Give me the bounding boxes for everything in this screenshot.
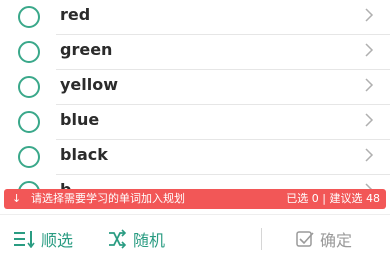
chevron-right-icon [365, 78, 374, 92]
chevron-right-icon [365, 43, 374, 57]
confirm-button[interactable]: 确定 [296, 227, 352, 251]
radio-unchecked[interactable] [18, 76, 40, 98]
order-select-label: 顺选 [41, 231, 74, 250]
radio-unchecked[interactable] [18, 111, 40, 133]
word-label: green [60, 40, 113, 59]
toolbar-divider [261, 228, 262, 250]
word-label: yellow [60, 75, 119, 94]
shuffle-icon [109, 229, 127, 249]
chevron-right-icon [365, 113, 374, 127]
arrow-down-icon: ↓ [12, 192, 22, 205]
list-item[interactable]: black [0, 140, 390, 175]
list-item[interactable]: red [0, 0, 390, 35]
word-label: red [60, 5, 91, 24]
random-button[interactable]: 随机 [107, 227, 165, 251]
checkbox-check-icon [296, 231, 314, 247]
list-item[interactable]: b [0, 175, 390, 190]
random-label: 随机 [133, 231, 166, 250]
radio-unchecked[interactable] [18, 41, 40, 63]
bottom-toolbar: 顺选 随机 确定 [0, 214, 390, 261]
chevron-right-icon [365, 8, 374, 22]
radio-unchecked[interactable] [18, 146, 40, 168]
word-list: red green yellow blue black b [0, 0, 390, 190]
list-item[interactable]: yellow [0, 70, 390, 105]
list-item[interactable]: green [0, 35, 390, 70]
sort-list-icon [14, 231, 35, 248]
order-select-button[interactable]: 顺选 [13, 227, 73, 251]
confirm-label: 确定 [320, 231, 353, 250]
banner-message: 请选择需要学习的单词加入规划 [31, 192, 185, 205]
chevron-right-icon [365, 148, 374, 162]
word-label: black [60, 145, 108, 164]
radio-unchecked[interactable] [18, 6, 40, 28]
selection-hint-banner: ↓ 请选择需要学习的单词加入规划 已选 0 | 建议选 48 [4, 189, 386, 209]
word-label: blue [60, 110, 100, 129]
list-item[interactable]: blue [0, 105, 390, 140]
selection-count: 已选 0 | 建议选 48 [286, 192, 380, 205]
